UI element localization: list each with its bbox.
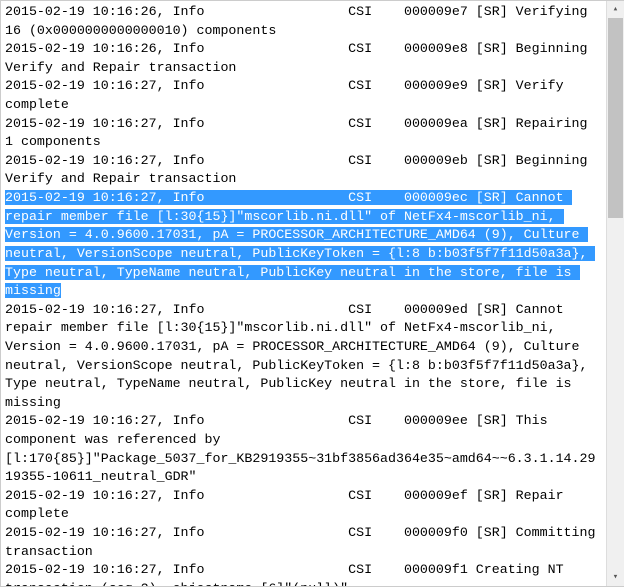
log-line[interactable]: 2015-02-19 10:16:26, Info CSI 000009e8 [… [5, 41, 595, 75]
scroll-up-arrow[interactable]: ▴ [607, 1, 624, 18]
log-line[interactable]: 2015-02-19 10:16:27, Info CSI 000009ec [… [5, 190, 595, 298]
scroll-thumb[interactable] [608, 18, 623, 218]
log-line[interactable]: 2015-02-19 10:16:27, Info CSI 000009eb [… [5, 153, 595, 187]
log-line[interactable]: 2015-02-19 10:16:27, Info CSI 000009e9 [… [5, 78, 572, 112]
scroll-down-arrow[interactable]: ▾ [607, 569, 624, 586]
scroll-track[interactable] [607, 18, 624, 569]
log-line[interactable]: 2015-02-19 10:16:27, Info CSI 000009ef [… [5, 488, 572, 522]
log-line[interactable]: 2015-02-19 10:16:26, Info CSI 000009e7 [… [5, 4, 595, 38]
log-line[interactable]: 2015-02-19 10:16:27, Info CSI 000009ea [… [5, 116, 595, 150]
vertical-scrollbar[interactable]: ▴ ▾ [606, 1, 623, 586]
log-line[interactable]: 2015-02-19 10:16:27, Info CSI 000009ed [… [5, 302, 595, 410]
log-viewport[interactable]: 2015-02-19 10:16:26, Info CSI 000009e7 [… [1, 1, 605, 586]
log-line[interactable]: 2015-02-19 10:16:27, Info CSI 000009ee [… [5, 413, 595, 484]
log-line[interactable]: 2015-02-19 10:16:27, Info CSI 000009f1 C… [5, 562, 572, 586]
log-line[interactable]: 2015-02-19 10:16:27, Info CSI 000009f0 [… [5, 525, 603, 559]
